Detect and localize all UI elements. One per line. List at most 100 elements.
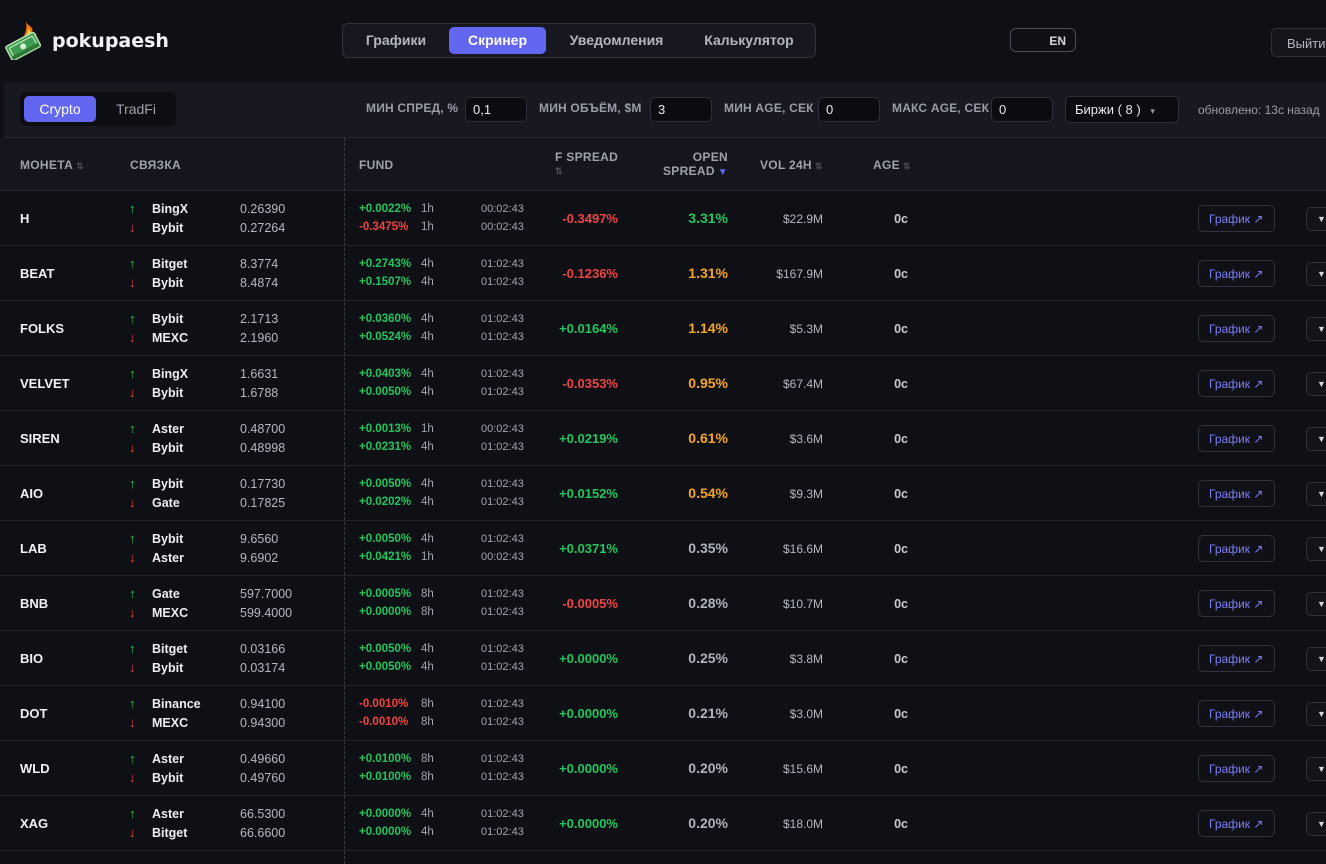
short-arrow-icon: ↓: [129, 605, 136, 620]
market-tab-tradfi[interactable]: TradFi: [100, 96, 172, 122]
max-age-input[interactable]: 0: [991, 97, 1053, 122]
volume-24h: $10.7M: [782, 597, 823, 611]
row-menu-dropdown[interactable]: ▼: [1306, 537, 1326, 561]
market-tab-crypto[interactable]: Crypto: [24, 96, 96, 122]
language-toggle[interactable]: EN: [1010, 28, 1076, 52]
open-chart-button[interactable]: График ↗: [1198, 700, 1275, 727]
header-open-spread[interactable]: OPEN SPREAD ▼: [660, 150, 728, 178]
short-exchange: MEXC: [152, 606, 189, 620]
short-exchange: MEXC: [152, 331, 189, 345]
open-chart-button[interactable]: График ↗: [1198, 645, 1275, 672]
coin-symbol: DOT: [20, 706, 48, 721]
short-arrow-icon: ↓: [129, 770, 136, 785]
row-menu-dropdown[interactable]: ▼: [1306, 757, 1326, 781]
funding-rate-short: -0.0010%: [359, 716, 409, 728]
open-chart-button[interactable]: График ↗: [1198, 425, 1275, 452]
funding-interval-short: 1h: [421, 221, 434, 233]
long-price: 66.5300: [240, 807, 286, 821]
open-chart-button[interactable]: График ↗: [1198, 205, 1275, 232]
open-chart-button[interactable]: График ↗: [1198, 315, 1275, 342]
open-chart-label: График ↗: [1209, 267, 1264, 281]
nav-screener[interactable]: Скринер: [449, 27, 546, 54]
long-exchange: Aster: [152, 752, 184, 766]
funding-spread: +0.0152%: [559, 486, 618, 501]
chevron-down-icon: ▼: [1317, 764, 1326, 774]
nav-charts[interactable]: Графики: [346, 27, 446, 54]
open-chart-button[interactable]: График ↗: [1198, 535, 1275, 562]
table-row[interactable]: SIREN ↑ Aster 0.48700 ↓ Bybit 0.48998 +0…: [0, 411, 1326, 466]
column-divider: [344, 138, 345, 864]
header-vol[interactable]: VOL 24H ⇅: [760, 158, 823, 172]
header-f-spread[interactable]: F SPREAD ⇅: [555, 150, 618, 177]
short-arrow-icon: ↓: [129, 220, 136, 235]
nav-calculator[interactable]: Калькулятор: [688, 27, 810, 54]
row-menu-dropdown[interactable]: ▼: [1306, 702, 1326, 726]
long-exchange: Bybit: [152, 477, 184, 491]
min-age-input[interactable]: 0: [818, 97, 880, 122]
money-stack-fire-icon[interactable]: [4, 20, 44, 62]
open-chart-label: График ↗: [1209, 597, 1264, 611]
table-row[interactable]: FOLKS ↑ Bybit 2.1713 ↓ MEXC 2.1960 +0.03…: [0, 301, 1326, 356]
table-row[interactable]: LAB ↑ Bybit 9.6560 ↓ Aster 9.6902 +0.005…: [0, 521, 1326, 576]
min-volume-input[interactable]: 3: [650, 97, 712, 122]
row-menu-dropdown[interactable]: ▼: [1306, 592, 1326, 616]
open-chart-button[interactable]: График ↗: [1198, 755, 1275, 782]
header-coin[interactable]: МОНЕТА ⇅: [20, 158, 84, 172]
open-chart-button[interactable]: График ↗: [1198, 260, 1275, 287]
open-chart-button[interactable]: График ↗: [1198, 810, 1275, 837]
open-chart-button[interactable]: График ↗: [1198, 480, 1275, 507]
header-age[interactable]: AGE ⇅: [873, 158, 911, 172]
funding-spread: +0.0000%: [559, 651, 618, 666]
funding-interval-short: 4h: [421, 661, 434, 673]
open-spread: 0.21%: [688, 705, 728, 721]
funding-interval-short: 1h: [421, 551, 434, 563]
short-arrow-icon: ↓: [129, 385, 136, 400]
short-price: 9.6902: [240, 551, 279, 565]
sort-icon: ⇅: [555, 166, 563, 176]
long-arrow-icon: ↑: [129, 476, 136, 491]
exchanges-label: Биржи ( 8 ): [1075, 102, 1141, 117]
volume-24h: $16.6M: [782, 542, 823, 556]
open-chart-button[interactable]: График ↗: [1198, 590, 1275, 617]
row-menu-dropdown[interactable]: ▼: [1306, 647, 1326, 671]
row-menu-dropdown[interactable]: ▼: [1306, 812, 1326, 836]
row-menu-dropdown[interactable]: ▼: [1306, 207, 1326, 231]
open-chart-label: График ↗: [1209, 487, 1264, 501]
open-chart-label: График ↗: [1209, 432, 1264, 446]
chevron-down-icon: ▼: [1317, 324, 1326, 334]
table-row[interactable]: WLD ↑ Aster 0.49660 ↓ Bybit 0.49760 +0.0…: [0, 741, 1326, 796]
row-menu-dropdown[interactable]: ▼: [1306, 372, 1326, 396]
table-row[interactable]: AIO ↑ Bybit 0.17730 ↓ Gate 0.17825 +0.00…: [0, 466, 1326, 521]
table-row[interactable]: BEAT ↑ Bitget 8.3774 ↓ Bybit 8.4874 +0.2…: [0, 246, 1326, 301]
table-row[interactable]: VELVET ↑ BingX 1.6631 ↓ Bybit 1.6788 +0.…: [0, 356, 1326, 411]
short-exchange: Aster: [152, 551, 184, 565]
volume-24h: $3.0M: [789, 707, 823, 721]
funding-rate-long: +0.0022%: [359, 203, 412, 215]
main-nav: Графики Скринер Уведомления Калькулятор: [342, 23, 816, 58]
row-menu-dropdown[interactable]: ▼: [1306, 317, 1326, 341]
funding-interval-short: 4h: [421, 331, 434, 343]
coin-symbol: SIREN: [20, 431, 60, 446]
header-pair: СВЯЗКА: [130, 158, 181, 172]
short-price: 0.94300: [240, 716, 286, 730]
row-menu-dropdown[interactable]: ▼: [1306, 427, 1326, 451]
logout-button[interactable]: Выйти: [1271, 28, 1326, 57]
open-chart-label: График ↗: [1209, 377, 1264, 391]
funding-rate-long: +0.2743%: [359, 258, 412, 270]
table-row[interactable]: H ↑ BingX 0.26390 ↓ Bybit 0.27264 +0.002…: [0, 191, 1326, 246]
table-row[interactable]: BIO ↑ Bitget 0.03166 ↓ Bybit 0.03174 +0.…: [0, 631, 1326, 686]
nav-notifications[interactable]: Уведомления: [550, 27, 683, 54]
short-price: 0.49760: [240, 771, 286, 785]
open-chart-button[interactable]: График ↗: [1198, 370, 1275, 397]
age-value: 0с: [894, 212, 908, 226]
long-arrow-icon: ↑: [129, 696, 136, 711]
min-spread-input[interactable]: 0,1: [465, 97, 527, 122]
row-menu-dropdown[interactable]: ▼: [1306, 482, 1326, 506]
funding-interval-short: 8h: [421, 771, 434, 783]
table-row[interactable]: BNB ↑ Gate 597.7000 ↓ MEXC 599.4000 +0.0…: [0, 576, 1326, 631]
table-row[interactable]: DOT ↑ Binance 0.94100 ↓ MEXC 0.94300 -0.…: [0, 686, 1326, 741]
table-row[interactable]: XAG ↑ Aster 66.5300 ↓ Bitget 66.6600 +0.…: [0, 796, 1326, 851]
long-price: 0.48700: [240, 422, 286, 436]
row-menu-dropdown[interactable]: ▼: [1306, 262, 1326, 286]
exchanges-dropdown[interactable]: Биржи ( 8 ) ▾: [1065, 96, 1179, 123]
